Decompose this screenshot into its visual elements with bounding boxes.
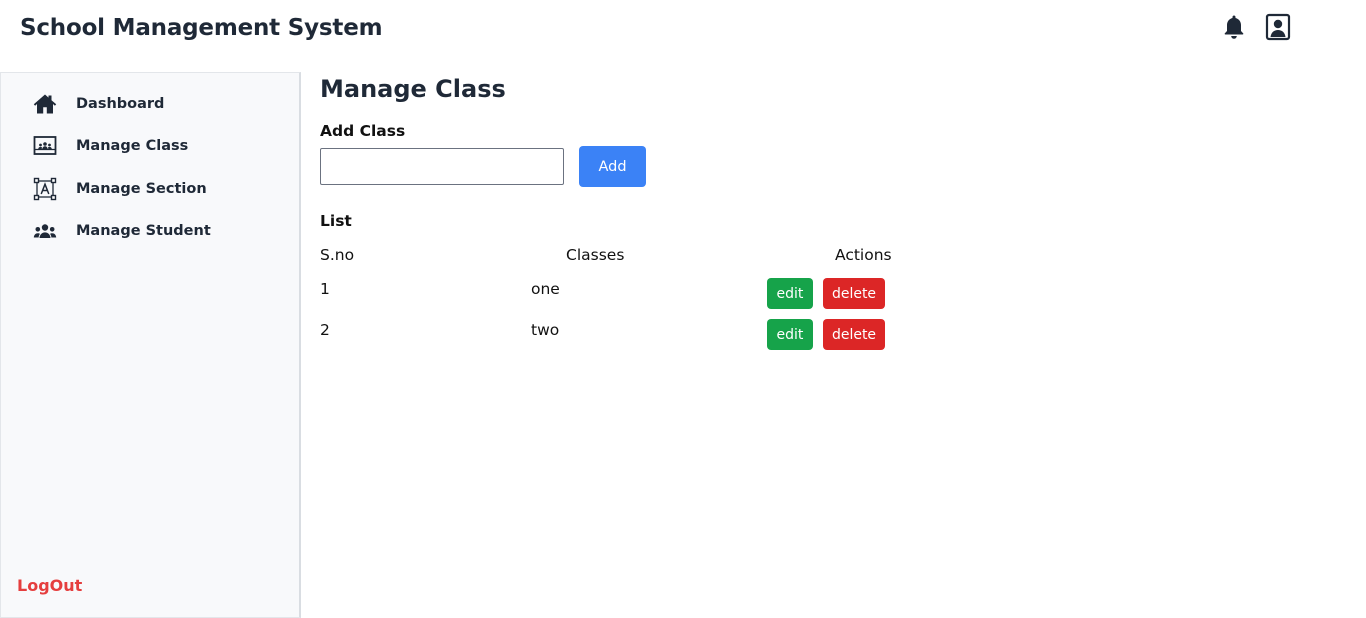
row-sno: 1 xyxy=(320,280,330,298)
sidebar-item-label: Manage Class xyxy=(76,138,189,154)
sidebar-item-manage-student[interactable]: Manage Student xyxy=(1,213,300,249)
add-class-button[interactable]: Add xyxy=(579,146,646,187)
app-title: School Management System xyxy=(20,15,383,41)
class-name-input[interactable] xyxy=(320,148,564,185)
sidebar: Dashboard Manage Class Manage Section Ma… xyxy=(0,72,301,618)
sidebar-item-label: Dashboard xyxy=(76,96,165,112)
row-class-name: two xyxy=(531,321,560,339)
column-header-classes: Classes xyxy=(566,246,625,264)
user-profile-icon[interactable] xyxy=(1264,12,1292,42)
students-icon xyxy=(33,219,57,243)
sidebar-item-manage-section[interactable]: Manage Section xyxy=(1,171,300,207)
section-icon xyxy=(33,177,57,201)
sidebar-item-label: Manage Section xyxy=(76,181,207,197)
list-heading: List xyxy=(320,212,352,230)
page-title: Manage Class xyxy=(320,75,506,103)
logout-link[interactable]: LogOut xyxy=(17,576,82,595)
row-class-name: one xyxy=(531,280,560,298)
table-row: 1 one edit delete xyxy=(320,274,920,309)
column-header-actions: Actions xyxy=(835,246,892,264)
column-header-sno: S.no xyxy=(320,246,355,264)
delete-button[interactable]: delete xyxy=(823,319,885,350)
edit-button[interactable]: edit xyxy=(767,319,813,350)
add-class-label: Add Class xyxy=(320,122,406,140)
sidebar-item-dashboard[interactable]: Dashboard xyxy=(1,86,300,122)
bell-icon[interactable] xyxy=(1220,12,1248,42)
delete-button[interactable]: delete xyxy=(823,278,885,309)
sidebar-item-manage-class[interactable]: Manage Class xyxy=(1,128,300,164)
row-sno: 2 xyxy=(320,321,330,339)
classroom-icon xyxy=(33,134,57,158)
sidebar-item-label: Manage Student xyxy=(76,223,211,239)
home-icon xyxy=(33,92,57,116)
edit-button[interactable]: edit xyxy=(767,278,813,309)
top-bar: School Management System xyxy=(0,0,1366,72)
table-row: 2 two edit delete xyxy=(320,315,920,350)
